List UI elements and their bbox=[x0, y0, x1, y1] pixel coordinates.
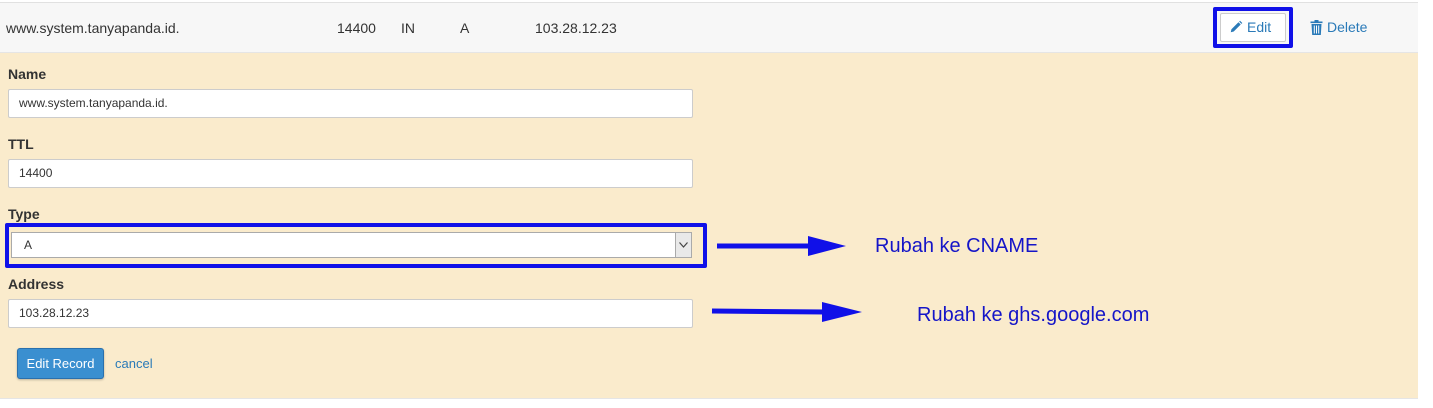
edit-record-button[interactable]: Edit Record bbox=[17, 348, 104, 379]
record-name: www.system.tanyapanda.id. bbox=[6, 20, 180, 36]
edit-label: Edit bbox=[1247, 19, 1272, 35]
annotation-type: Rubah ke CNAME bbox=[875, 235, 1039, 257]
name-input[interactable]: www.system.tanyapanda.id. bbox=[8, 89, 693, 118]
pencil-icon bbox=[1230, 20, 1243, 33]
annotation-address: Rubah ke ghs.google.com bbox=[917, 304, 1150, 326]
record-class: IN bbox=[401, 20, 415, 36]
address-label: Address bbox=[8, 276, 65, 292]
chevron-down-icon[interactable] bbox=[675, 233, 691, 257]
type-select-value: A bbox=[24, 238, 33, 252]
record-address: 103.28.12.23 bbox=[535, 20, 617, 36]
delete-label: Delete bbox=[1327, 19, 1368, 35]
type-label: Type bbox=[8, 206, 40, 222]
delete-button[interactable]: Delete bbox=[1310, 19, 1367, 35]
ttl-input[interactable]: 14400 bbox=[8, 159, 693, 188]
record-type: A bbox=[460, 20, 470, 36]
cancel-link[interactable]: cancel bbox=[115, 356, 153, 371]
address-input[interactable]: 103.28.12.23 bbox=[8, 299, 693, 328]
ttl-label: TTL bbox=[8, 136, 34, 152]
row-divider bbox=[0, 398, 1418, 399]
type-select[interactable]: A bbox=[11, 232, 692, 258]
dns-record-row: www.system.tanyapanda.id. 14400 IN A 103… bbox=[0, 2, 1418, 53]
trash-icon bbox=[1310, 19, 1323, 35]
edit-button[interactable]: Edit bbox=[1229, 19, 1271, 35]
name-label: Name bbox=[8, 66, 47, 82]
record-ttl: 14400 bbox=[337, 20, 376, 36]
